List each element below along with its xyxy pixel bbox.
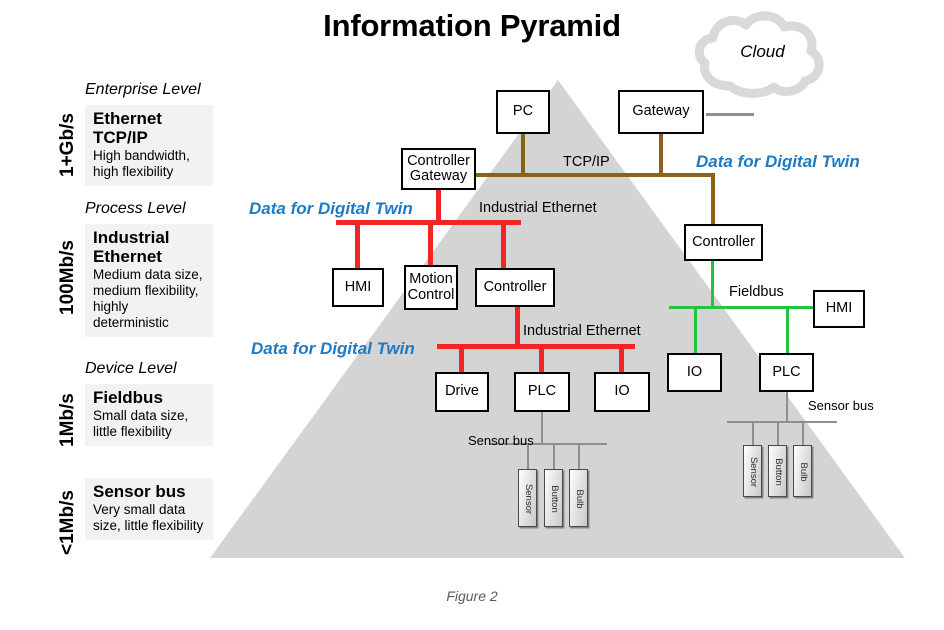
bus-label-fieldbus: Fieldbus [729,284,784,300]
node-plc-right[interactable]: PLC [759,353,814,392]
bus-label-industrial-ethernet-lower: Industrial Ethernet [523,323,641,339]
digital-twin-label-bottom-left: Data for Digital Twin [251,339,415,358]
sensor-device-right-2-label: Button [773,458,784,486]
node-controller-gateway[interactable]: Controller Gateway [401,148,476,190]
level-card-device: Fieldbus Small data size, little flexibi… [85,384,213,446]
sensor-bus-right-drop-2 [777,421,779,445]
sensor-device-right-1[interactable]: Sensor [743,445,762,497]
sensor-bus-right-riser [786,392,788,422]
level-rate-sensor: <1Mb/s [57,490,78,556]
level-card-enterprise: Ethernet TCP/IP High bandwidth, high fle… [85,105,213,186]
node-motion-control[interactable]: Motion Control [404,265,458,310]
sensor-bus-mid-drop-3 [578,443,580,469]
fieldbus-drop-controller [711,261,714,307]
fieldbus-drop-io [694,306,697,353]
bus-label-industrial-ethernet-upper: Industrial Ethernet [479,200,597,216]
fieldbus-drop-plc [786,306,789,353]
ie-lower-drop-io [619,344,624,372]
digital-twin-label-top-right: Data for Digital Twin [696,152,860,171]
sensor-device-mid-1[interactable]: Sensor [518,469,537,527]
level-device: Device Level 1Mb/s Fieldbus Small data s… [55,360,225,456]
bus-label-sensor-bus-mid: Sensor bus [468,433,534,448]
ie-upper-drop-motion-control [428,220,433,268]
diagram-canvas: Cloud Information Pyramid Figure 2 Enter… [0,0,944,630]
sensor-device-mid-2[interactable]: Button [544,469,563,527]
ie-upper-drop-controller [501,220,506,268]
node-controller-mid[interactable]: Controller [475,268,555,307]
level-card-sensor: Sensor bus Very small data size, little … [85,478,213,540]
page-title: Information Pyramid [323,8,621,43]
level-desc-process: Medium data size, medium flexibility, hi… [93,267,203,330]
node-hmi-left[interactable]: HMI [332,268,384,307]
level-name-enterprise: Enterprise Level [85,81,201,98]
ie-upper-drop-controller-gateway [436,190,441,222]
level-name-process: Process Level [85,200,186,217]
tcpip-drop-controller-right [711,173,715,224]
sensor-device-right-2[interactable]: Button [768,445,787,497]
node-io-mid[interactable]: IO [594,372,650,412]
level-card-process: Industrial Ethernet Medium data size, me… [85,224,213,337]
node-hmi-right[interactable]: HMI [813,290,865,328]
ie-lower-drop-controller [515,307,520,346]
level-rate-device: 1Mb/s [57,393,78,447]
node-controller-right[interactable]: Controller [684,224,763,261]
node-gateway[interactable]: Gateway [618,90,704,134]
cloud-link [706,113,754,116]
ie-upper-drop-hmi [355,220,360,268]
level-rate-process: 100Mb/s [57,240,78,316]
tcpip-drop-pc [521,134,525,175]
sensor-device-mid-2-label: Button [549,485,560,513]
sensor-bus-mid-riser [541,412,543,444]
level-name-device: Device Level [85,360,177,377]
digital-twin-label-middle-left: Data for Digital Twin [249,199,413,218]
sensor-device-mid-3-label: Bulb [574,489,585,509]
level-desc-enterprise: High bandwidth, high flexibility [93,148,190,179]
level-tech-sensor: Sensor bus [93,482,186,501]
bus-label-sensor-bus-right: Sensor bus [808,398,874,413]
sensor-device-mid-1-label: Sensor [523,483,534,515]
level-desc-sensor: Very small data size, little flexibility [93,502,204,533]
level-tech-process: Industrial Ethernet [93,228,170,267]
sensor-device-mid-3[interactable]: Bulb [569,469,588,527]
sensor-device-right-3-label: Bulb [798,462,809,482]
sensor-bus-right-drop-1 [752,421,754,445]
level-rate-enterprise: 1+Gb/s [57,113,78,177]
node-io-right[interactable]: IO [667,353,722,392]
level-desc-device: Small data size, little flexibility [93,408,189,439]
level-sensor: <1Mb/s Sensor bus Very small data size, … [55,478,225,568]
level-process: Process Level 100Mb/s Industrial Etherne… [55,200,225,337]
fieldbus-bus-line [669,306,814,309]
sensor-device-right-1-label: Sensor [748,456,759,488]
node-drive[interactable]: Drive [435,372,489,412]
node-plc-mid[interactable]: PLC [514,372,570,412]
sensor-bus-right-line [727,421,837,423]
level-tech-enterprise: Ethernet TCP/IP [93,109,162,148]
ie-upper-bus-left-end [336,220,342,225]
cloud-label: Cloud [740,42,785,61]
sensor-bus-right-drop-3 [802,421,804,445]
tcpip-drop-gateway [659,134,663,175]
ie-lower-bus-line [437,344,635,349]
tcpip-bus-line [465,173,713,177]
ie-lower-drop-plc [539,344,544,372]
node-pc[interactable]: PC [496,90,550,134]
ie-lower-drop-drive [459,344,464,372]
sensor-device-right-3[interactable]: Bulb [793,445,812,497]
ie-lower-bus-left-end [437,344,443,349]
level-tech-device: Fieldbus [93,388,163,407]
sensor-bus-mid-drop-2 [553,443,555,469]
bus-label-tcpip: TCP/IP [563,154,610,170]
level-enterprise: Enterprise Level 1+Gb/s Ethernet TCP/IP … [55,81,225,186]
figure-caption: Figure 2 [446,588,498,604]
